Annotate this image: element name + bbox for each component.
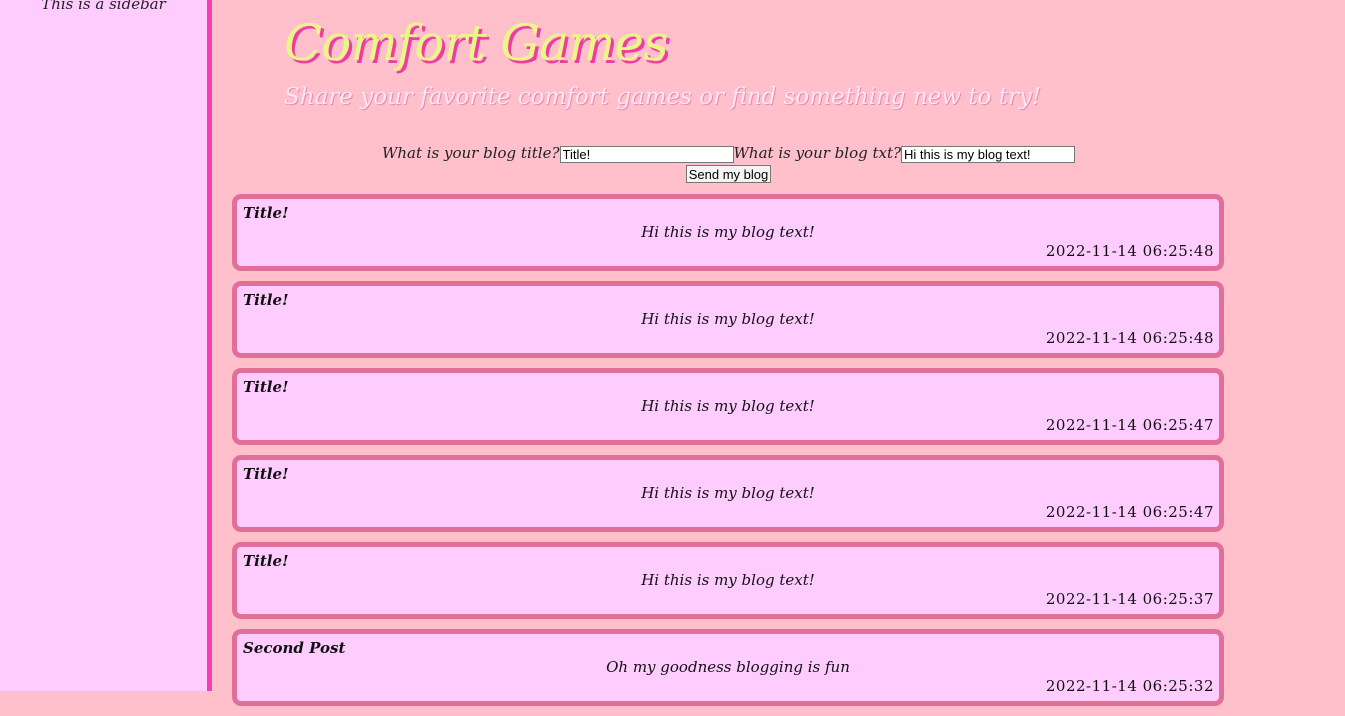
- post-date: 2022-11-14 06:25:37: [1045, 590, 1214, 608]
- send-blog-button[interactable]: Send my blog: [685, 165, 772, 183]
- post-title: Second Post: [243, 639, 346, 657]
- blog-post: Title! Hi this is my blog text! 2022-11-…: [232, 194, 1224, 271]
- page-title: Comfort Games: [284, 14, 669, 72]
- post-date: 2022-11-14 06:25:47: [1045, 503, 1214, 521]
- post-body: Hi this is my blog text!: [641, 223, 815, 241]
- post-body: Hi this is my blog text!: [641, 397, 815, 415]
- blog-title-input[interactable]: [559, 145, 734, 163]
- blog-form: What is your blog title? What is your blo…: [212, 142, 1245, 183]
- post-title: Title!: [243, 378, 289, 396]
- post-date: 2022-11-14 06:25:48: [1045, 242, 1214, 260]
- post-title: Title!: [243, 552, 289, 570]
- blog-post: Second Post Oh my goodness blogging is f…: [232, 629, 1224, 706]
- blog-post: Title! Hi this is my blog text! 2022-11-…: [232, 542, 1224, 619]
- post-body: Hi this is my blog text!: [641, 484, 815, 502]
- post-list: Title! Hi this is my blog text! 2022-11-…: [232, 194, 1224, 716]
- blog-post: Title! Hi this is my blog text! 2022-11-…: [232, 281, 1224, 358]
- blog-post: Title! Hi this is my blog text! 2022-11-…: [232, 368, 1224, 445]
- sidebar-text: This is a sidebar: [41, 0, 166, 13]
- blog-text-label: What is your blog txt?: [733, 144, 902, 162]
- blog-title-label: What is your blog title?: [381, 144, 560, 162]
- post-title: Title!: [243, 465, 289, 483]
- post-title: Title!: [243, 204, 289, 222]
- post-date: 2022-11-14 06:25:47: [1045, 416, 1214, 434]
- post-date: 2022-11-14 06:25:32: [1045, 677, 1214, 695]
- sidebar: This is a sidebar: [0, 0, 212, 691]
- blog-text-input[interactable]: [901, 145, 1076, 163]
- blog-post: Title! Hi this is my blog text! 2022-11-…: [232, 455, 1224, 532]
- page-subtitle: Share your favorite comfort games or fin…: [284, 84, 1042, 110]
- blog-form-fields: What is your blog title? What is your blo…: [212, 142, 1245, 164]
- main-content: Comfort Games Share your favorite comfor…: [212, 0, 1345, 706]
- post-body: Hi this is my blog text!: [641, 571, 815, 589]
- post-title: Title!: [243, 291, 289, 309]
- post-date: 2022-11-14 06:25:48: [1045, 329, 1214, 347]
- post-body: Oh my goodness blogging is fun: [606, 658, 850, 676]
- post-body: Hi this is my blog text!: [641, 310, 815, 328]
